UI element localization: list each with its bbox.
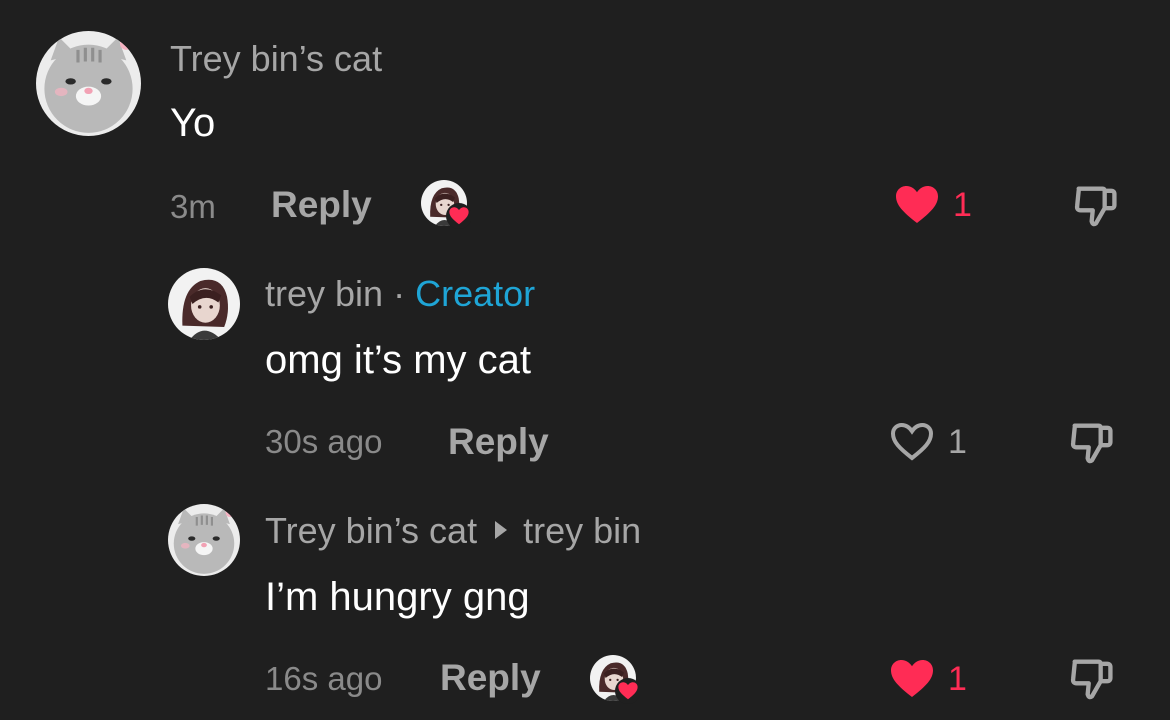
thumb-down-icon[interactable]: [1066, 653, 1118, 705]
reply-arrow-icon: [495, 521, 508, 539]
comment-item: Trey bin’s cat trey bin I’m hungry gng 16…: [0, 0, 1170, 720]
like-button[interactable]: 1: [886, 655, 967, 703]
comment-time: 16s ago: [265, 660, 383, 697]
reply-button[interactable]: Reply: [440, 657, 541, 699]
comment-author-line: Trey bin’s cat trey bin: [265, 510, 641, 552]
comment-text: I’m hungry gng: [265, 575, 530, 619]
comment-author[interactable]: Trey bin’s cat: [265, 510, 477, 551]
heart-filled-icon: [886, 655, 938, 703]
like-count: 1: [948, 659, 967, 698]
cat-avatar-icon[interactable]: [168, 504, 240, 576]
reply-to-author[interactable]: trey bin: [523, 510, 641, 551]
creator-liked-icon: [590, 655, 641, 705]
